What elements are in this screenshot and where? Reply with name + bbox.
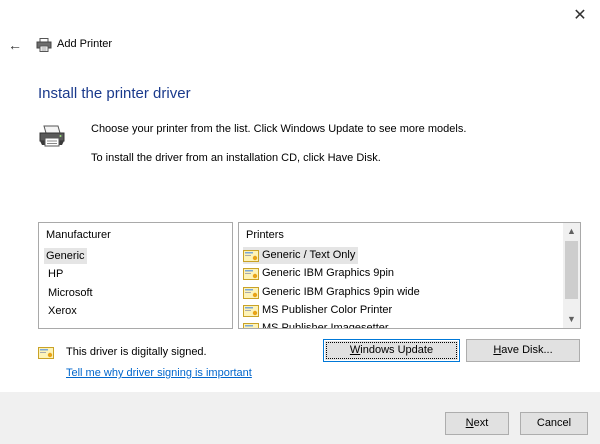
driver-certificate-icon bbox=[243, 286, 259, 299]
printer-item-label: MS Publisher Color Printer bbox=[262, 304, 393, 316]
next-label: ext bbox=[473, 417, 489, 429]
manufacturer-item-generic[interactable]: Generic bbox=[44, 248, 87, 264]
windows-update-label: indows Update bbox=[360, 344, 434, 356]
next-button[interactable]: Next bbox=[445, 412, 509, 435]
printer-item[interactable]: Generic IBM Graphics 9pin bbox=[243, 265, 397, 282]
next-accel: N bbox=[465, 417, 474, 429]
driver-certificate-icon bbox=[243, 267, 259, 280]
driver-certificate-icon bbox=[243, 322, 259, 328]
signing-status: This driver is digitally signed. bbox=[66, 346, 207, 358]
instruction-text: Choose your printer from the list. Click… bbox=[91, 123, 467, 135]
footer-bar bbox=[0, 392, 600, 444]
scroll-down-icon[interactable]: ▼ bbox=[563, 311, 580, 328]
driver-signing-link[interactable]: Tell me why driver signing is important bbox=[66, 367, 252, 379]
printer-item-label: Generic / Text Only bbox=[262, 249, 356, 261]
install-cd-text: To install the driver from an installati… bbox=[91, 152, 381, 164]
printer-item-label: Generic IBM Graphics 9pin bbox=[262, 267, 395, 279]
manufacturer-item-xerox[interactable]: Xerox bbox=[46, 303, 79, 319]
printer-item[interactable]: MS Publisher Color Printer bbox=[243, 302, 395, 319]
driver-certificate-icon bbox=[38, 347, 54, 359]
printer-icon bbox=[39, 125, 65, 147]
windows-update-accel: W bbox=[349, 344, 361, 356]
printer-icon bbox=[36, 38, 52, 52]
manufacturer-item-microsoft[interactable]: Microsoft bbox=[46, 285, 95, 301]
manufacturer-list-header: Manufacturer bbox=[46, 229, 111, 241]
scroll-up-icon[interactable]: ▲ bbox=[563, 223, 580, 240]
printers-list[interactable]: Printers Generic / Text Only Generic IBM… bbox=[238, 222, 581, 329]
printer-item[interactable]: Generic / Text Only bbox=[243, 247, 359, 264]
printers-scrollbar[interactable]: ▲ ▼ bbox=[563, 223, 580, 328]
cancel-button[interactable]: Cancel bbox=[520, 412, 588, 435]
printer-item-label: MS Publisher Imagesetter bbox=[262, 322, 389, 329]
driver-certificate-icon bbox=[243, 304, 259, 317]
back-arrow-icon[interactable]: ← bbox=[6, 36, 24, 54]
have-disk-label: ave Disk... bbox=[501, 344, 553, 356]
driver-certificate-icon bbox=[243, 249, 259, 262]
printers-list-header: Printers bbox=[246, 229, 284, 241]
page-title: Install the printer driver bbox=[38, 85, 191, 102]
manufacturer-list[interactable]: Manufacturer Generic HP Microsoft Xerox bbox=[38, 222, 233, 329]
windows-update-button[interactable]: Windows Update bbox=[323, 339, 460, 362]
window-title: Add Printer bbox=[57, 38, 113, 50]
printer-item-label: Generic IBM Graphics 9pin wide bbox=[262, 286, 420, 298]
close-icon[interactable]: ✕ bbox=[570, 6, 590, 26]
manufacturer-item-hp[interactable]: HP bbox=[46, 266, 65, 282]
printer-item[interactable]: Generic IBM Graphics 9pin wide bbox=[243, 284, 423, 301]
have-disk-button[interactable]: Have Disk... bbox=[466, 339, 580, 362]
scrollbar-thumb[interactable] bbox=[565, 241, 578, 299]
printer-item[interactable]: MS Publisher Imagesetter bbox=[243, 320, 392, 329]
